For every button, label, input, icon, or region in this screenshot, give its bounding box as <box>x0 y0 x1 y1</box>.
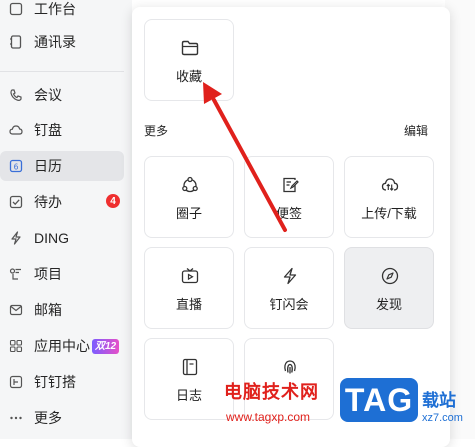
app-center-icon <box>9 339 23 353</box>
log-icon <box>180 357 200 377</box>
tile-label: 便签 <box>275 206 302 221</box>
sidebar-item-label: 更多 <box>34 410 62 426</box>
sidebar-divider <box>0 71 124 72</box>
sidebar-item-cloud-drive[interactable]: 钉盘 <box>0 115 124 145</box>
tile-fingerprint[interactable] <box>244 338 334 420</box>
tile-circle[interactable]: 圈子 <box>144 156 234 238</box>
sidebar-item-label: 会议 <box>34 87 62 103</box>
ding-icon <box>9 231 23 245</box>
sidebar-item-label: 钉钉搭 <box>34 374 76 390</box>
tile-note[interactable]: 便签 <box>244 156 334 238</box>
tile-label: 收藏 <box>175 69 202 84</box>
sidebar-item-meeting[interactable]: 会议 <box>0 80 124 110</box>
contacts-icon <box>9 35 23 49</box>
cloud-drive-icon <box>9 123 23 137</box>
tile-log[interactable]: 日志 <box>144 338 234 420</box>
todo-icon <box>9 195 23 209</box>
note-icon <box>280 175 300 195</box>
promo-badge: 双12 <box>92 338 120 354</box>
edit-link[interactable]: 编辑 <box>404 122 428 139</box>
dingtalk-builder-icon <box>9 375 23 389</box>
sidebar-item-contacts[interactable]: 通讯录 <box>0 27 124 57</box>
sidebar-item-app-center[interactable]: 应用中心 双12 <box>0 331 124 361</box>
more-icon <box>9 411 23 425</box>
tile-favorites[interactable]: 收藏 <box>144 19 234 101</box>
sidebar-item-calendar[interactable]: 6 日历 <box>0 151 124 181</box>
sidebar-item-label: 项目 <box>34 266 62 282</box>
sidebar-item-mail[interactable]: 邮箱 <box>0 295 124 325</box>
tile-discover[interactable]: 发现 <box>344 247 434 329</box>
sidebar-item-dingtalk-builder[interactable]: 钉钉搭 <box>0 367 124 397</box>
tile-flash-meeting[interactable]: 钉闪会 <box>244 247 334 329</box>
workbench-icon <box>9 2 23 16</box>
live-tv-icon <box>180 266 200 286</box>
sidebar-item-label: 待办 <box>34 194 62 210</box>
sidebar-item-label: 工作台 <box>34 1 76 17</box>
tile-label: 钉闪会 <box>269 297 309 312</box>
tile-label: 日志 <box>175 388 202 403</box>
sidebar: 工作台 通讯录 会议 钉盘 6 日历 待办 4 DING 项目 邮箱 应用中心 … <box>0 0 132 439</box>
upload-download-icon <box>380 175 400 195</box>
svg-text:6: 6 <box>14 163 19 172</box>
circle-group-icon <box>180 175 200 195</box>
meeting-icon <box>9 88 23 102</box>
todo-count-badge: 4 <box>106 194 120 208</box>
fingerprint-icon <box>280 357 300 377</box>
sidebar-item-more[interactable]: 更多 <box>0 403 124 433</box>
sidebar-item-label: 应用中心 <box>34 338 90 354</box>
sidebar-item-project[interactable]: 项目 <box>0 259 124 289</box>
tile-label: 上传/下载 <box>361 206 417 221</box>
mail-icon <box>9 303 23 317</box>
project-icon <box>9 267 23 281</box>
sidebar-item-ding[interactable]: DING <box>0 223 124 253</box>
sidebar-item-label: 钉盘 <box>34 122 62 138</box>
more-section-title: 更多 <box>144 124 169 138</box>
more-apps-popup: 收藏 更多 编辑 圈子 便签 上传/下载 直播 钉闪会 发现 日志 <box>132 7 450 447</box>
tile-label: 圈子 <box>175 206 202 221</box>
tile-live[interactable]: 直播 <box>144 247 234 329</box>
sidebar-item-label: 通讯录 <box>34 34 76 50</box>
flash-meeting-icon <box>280 266 300 286</box>
compass-icon <box>380 266 400 286</box>
favorites-folder-icon <box>180 38 200 58</box>
tile-label: 发现 <box>375 297 402 312</box>
tile-upload-download[interactable]: 上传/下载 <box>344 156 434 238</box>
sidebar-item-todo[interactable]: 待办 4 <box>0 187 124 217</box>
sidebar-item-workbench[interactable]: 工作台 <box>0 0 124 24</box>
sidebar-item-label: DING <box>34 230 69 246</box>
tile-label: 直播 <box>175 297 202 312</box>
sidebar-item-label: 邮箱 <box>34 302 62 318</box>
sidebar-item-label: 日历 <box>34 158 62 174</box>
calendar-icon: 6 <box>9 159 23 173</box>
